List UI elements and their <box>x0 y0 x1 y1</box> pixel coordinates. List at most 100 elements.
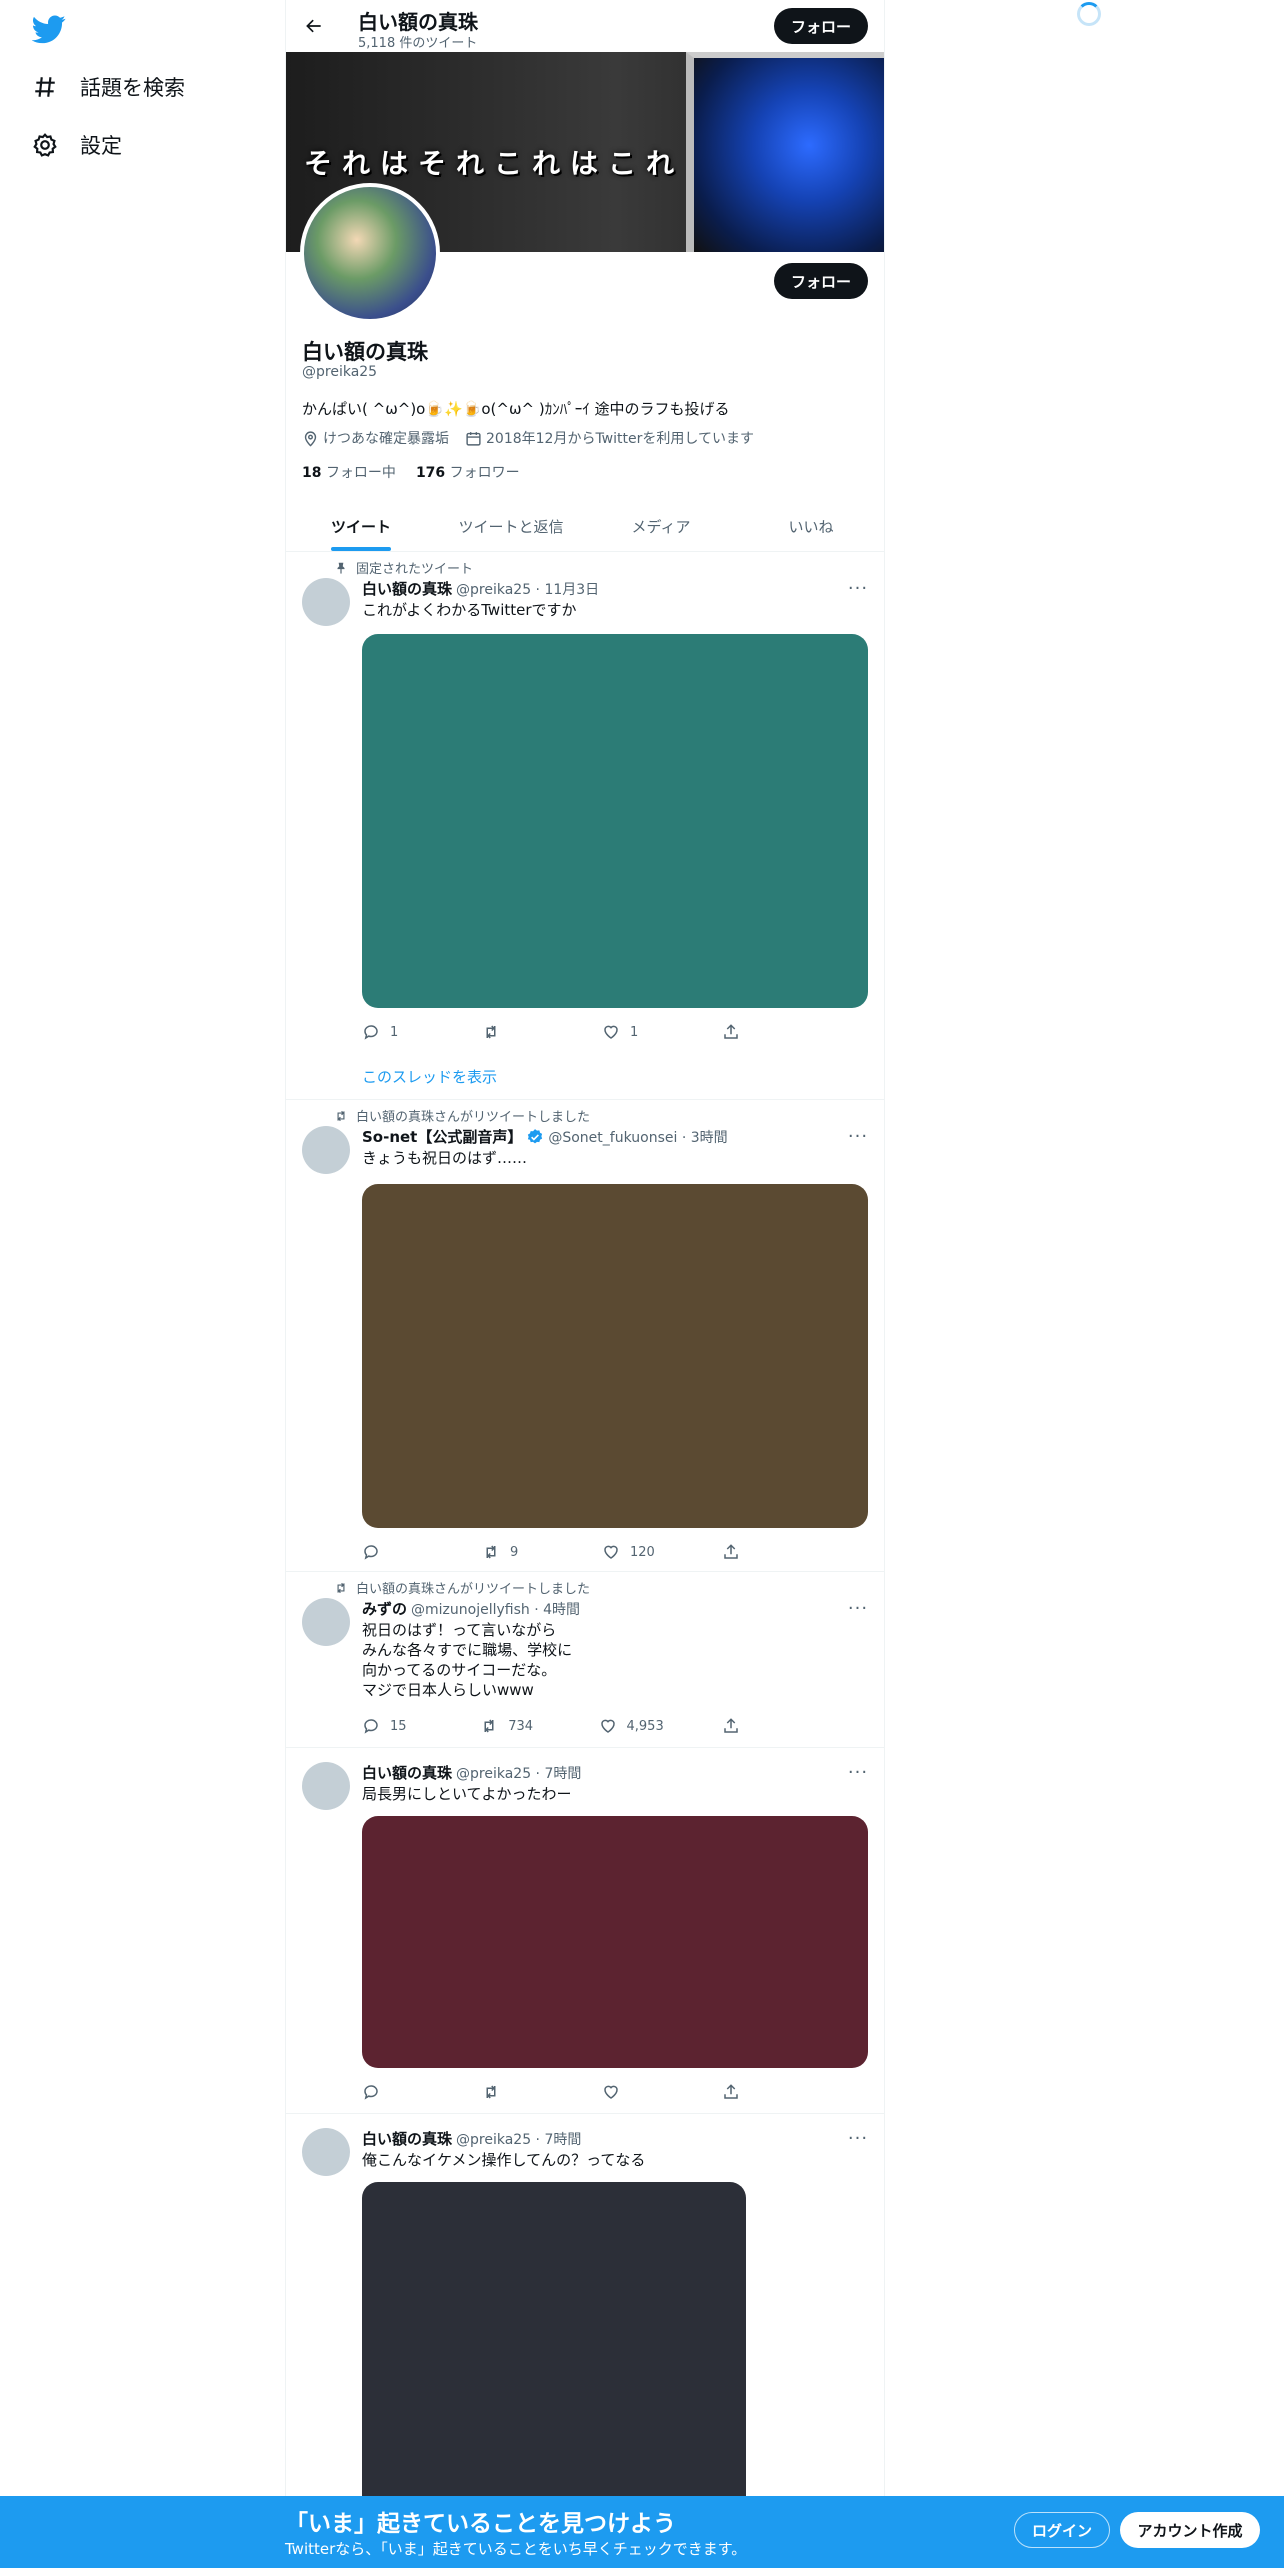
retweet-icon <box>486 1025 496 1039</box>
tweet-context-text: 白い額の真珠さんがリツイートしました <box>356 1582 591 1597</box>
like-button[interactable]: 4,953 <box>599 1714 664 1738</box>
tab-likes[interactable]: いいね <box>736 502 884 551</box>
share-button[interactable] <box>722 1714 782 1738</box>
profile-topbar: 白い額の真珠 5,118 件のツイート フォロー <box>286 0 884 52</box>
back-button[interactable] <box>296 8 332 44</box>
reply-button[interactable] <box>362 2080 422 2104</box>
login-button[interactable]: ログイン <box>1014 2512 1110 2548</box>
followers-link[interactable]: 176 フォロワー <box>416 462 520 482</box>
twitter-logo-icon[interactable] <box>31 12 66 46</box>
like-button[interactable]: 1 <box>602 1020 662 1044</box>
profile-column: 白い額の真珠 5,118 件のツイート フォロー それはそれこれはこれ フォロー… <box>285 0 885 2568</box>
share-icon <box>724 2084 738 2099</box>
tweet-handle-time: @preika25 · 11月3日 <box>456 581 600 598</box>
tweet-media[interactable] <box>362 1184 868 1528</box>
tweet-author-name[interactable]: みずの <box>362 1598 407 1619</box>
retweet-button[interactable]: 9 <box>482 1540 542 1564</box>
tweet-handle-time: @preika25 · 7時間 <box>456 1765 582 1782</box>
profile-name: 白い額の真珠 <box>302 340 428 364</box>
tweet-own-1[interactable]: 白い額の真珠 @preika25 · 7時間 ··· 局長男にしといてよかったわ… <box>286 1748 884 2114</box>
location-pin-icon <box>304 430 317 447</box>
tweet-author-name[interactable]: So-net【公式副音声】 <box>362 1126 522 1147</box>
gear-icon <box>33 133 57 157</box>
reply-count: 1 <box>390 1024 399 1040</box>
tweet-media[interactable] <box>362 1816 868 2068</box>
avatar[interactable] <box>302 1126 350 1174</box>
profile-joined-text: 2018年12月からTwitterを利用しています <box>486 431 754 447</box>
retweet-count: 9 <box>510 1544 519 1560</box>
tweet-text: これがよくわかるTwitterですか <box>362 601 577 619</box>
profile-follow-button[interactable]: フォロー <box>774 263 868 299</box>
tweet-context-text: 白い額の真珠さんがリツイートしました <box>356 1110 591 1125</box>
signup-banner-title: 「いま」起きていることを見つけよう <box>285 2511 676 2537</box>
tweet-context-text: 固定されたツイート <box>356 562 474 577</box>
like-button[interactable]: 120 <box>602 1540 662 1564</box>
more-icon[interactable]: ··· <box>846 1762 870 1783</box>
nav-explore[interactable]: 話題を検索 <box>32 62 185 112</box>
reply-button[interactable] <box>362 1540 422 1564</box>
profile-tabs: ツイート ツイートと返信 メディア いいね <box>286 502 884 552</box>
avatar[interactable] <box>302 2128 350 2176</box>
share-button[interactable] <box>722 1540 782 1564</box>
following-label: フォロー中 <box>325 465 396 481</box>
reply-button[interactable]: 15 <box>362 1714 422 1738</box>
retweet-icon <box>486 2085 496 2099</box>
share-button[interactable] <box>722 1020 782 1044</box>
tweet-retweet-sonet[interactable]: 白い額の真珠さんがリツイートしました So-net【公式副音声】 @Sonet_… <box>286 1100 884 1572</box>
reply-icon <box>364 1719 378 1734</box>
tab-tweets-and-replies[interactable]: ツイートと返信 <box>436 502 586 551</box>
tweet-context: 白い額の真珠さんがリツイートしました <box>334 1106 590 1125</box>
reply-icon <box>364 1545 378 1560</box>
tweet-author-name[interactable]: 白い額の真珠 <box>362 2128 452 2149</box>
retweet-button[interactable]: 734 <box>480 1714 540 1738</box>
more-icon[interactable]: ··· <box>846 1126 870 1147</box>
tweet-context: 白い額の真珠さんがリツイートしました <box>334 1578 590 1597</box>
nav-settings-label: 設定 <box>80 134 122 158</box>
avatar[interactable] <box>302 1762 350 1810</box>
nav-explore-label: 話題を検索 <box>80 76 185 100</box>
show-thread-link[interactable]: このスレッドを表示 <box>362 1066 497 1087</box>
heart-icon <box>604 1545 618 1559</box>
more-icon[interactable]: ··· <box>846 2128 870 2149</box>
tweet-media[interactable] <box>362 634 868 1008</box>
tweet-retweet-mizuno[interactable]: 白い額の真珠さんがリツイートしました みずの @mizunojellyfish … <box>286 1572 884 1748</box>
avatar[interactable] <box>302 578 350 626</box>
tweet-actions: 1 1 <box>362 1020 782 1044</box>
tab-tweets[interactable]: ツイート <box>286 502 436 551</box>
tweet-text: 祝日のはず！って言いながら みんな各々すでに職場、学校に 向かってるのサイコーだ… <box>362 1621 573 1699</box>
retweet-button[interactable] <box>482 2080 542 2104</box>
like-count: 1 <box>630 1024 639 1040</box>
more-icon[interactable]: ··· <box>846 578 870 599</box>
tweet-handle-time: @preika25 · 7時間 <box>456 2131 582 2148</box>
tweet-author-name[interactable]: 白い額の真珠 <box>362 1762 452 1783</box>
profile-avatar[interactable] <box>300 183 440 323</box>
tab-media[interactable]: メディア <box>586 502 736 551</box>
reply-button[interactable]: 1 <box>362 1020 422 1044</box>
tweet-text: 俺こんなイケメン操作してんの？ってなる <box>362 2151 646 2169</box>
avatar[interactable] <box>302 1598 350 1646</box>
retweet-icon <box>484 1719 494 1733</box>
tweet-pinned[interactable]: 固定されたツイート 白い額の真珠 @preika25 · 11月3日 ··· こ… <box>286 552 884 1100</box>
hashtag-icon <box>35 77 55 97</box>
tweet-handle-time: @mizunojellyfish · 4時間 <box>411 1601 581 1618</box>
tweet-author-name[interactable]: 白い額の真珠 <box>362 578 452 599</box>
tweet-context: 固定されたツイート <box>334 558 473 577</box>
share-icon <box>724 1544 738 1559</box>
banner-text: それはそれこれはこれ <box>304 147 685 180</box>
nav-settings[interactable]: 設定 <box>32 120 122 170</box>
tweet-handle-time: @Sonet_fukuonsei · 3時間 <box>548 1129 728 1146</box>
more-icon[interactable]: ··· <box>846 1598 870 1619</box>
share-button[interactable] <box>722 2080 782 2104</box>
like-count: 120 <box>630 1544 655 1560</box>
tweet-header: みずの @mizunojellyfish · 4時間 <box>362 1598 580 1619</box>
retweet-button[interactable] <box>482 1020 542 1044</box>
followers-label: フォロワー <box>449 465 520 481</box>
loading-spinner-icon <box>1077 2 1101 26</box>
profile-location-text: けつあな確定暴露垢 <box>323 431 449 447</box>
create-account-button[interactable]: アカウント作成 <box>1120 2512 1260 2548</box>
topbar-follow-button[interactable]: フォロー <box>774 8 868 44</box>
heart-icon <box>600 1719 615 1733</box>
like-button[interactable] <box>602 2080 662 2104</box>
verified-badge-icon <box>528 1128 543 1143</box>
following-link[interactable]: 18 フォロー中 <box>302 462 396 482</box>
